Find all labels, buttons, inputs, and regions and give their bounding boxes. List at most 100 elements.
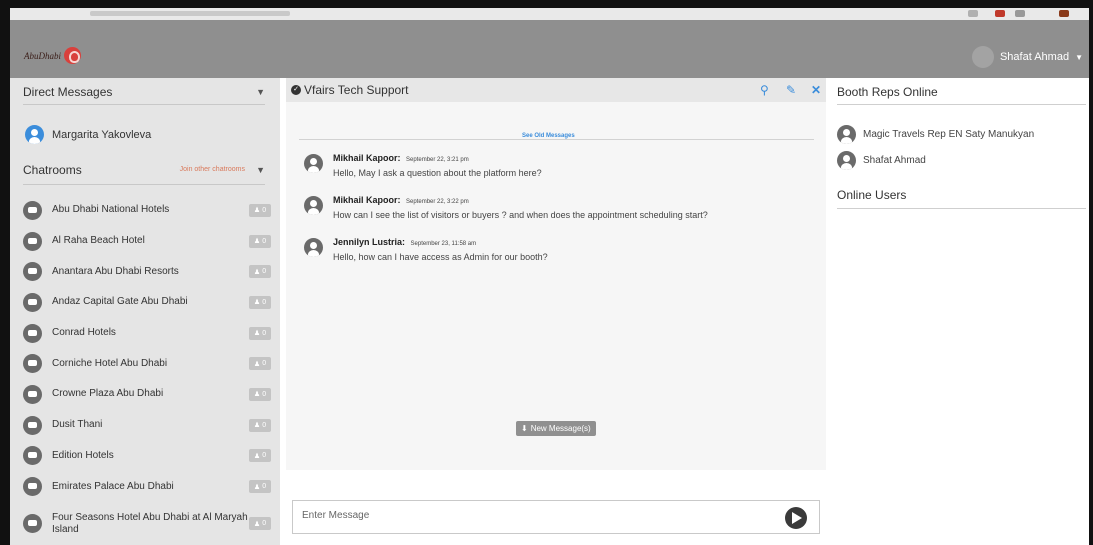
right-sidebar: Booth Reps Online Magic Travels Rep EN S… xyxy=(826,78,1089,545)
divider xyxy=(299,139,814,140)
contact-item[interactable]: Margarita Yakovleva xyxy=(25,125,151,144)
arrow-down-icon: ⬇ xyxy=(521,424,528,433)
online-users-header: Online Users xyxy=(837,188,1086,209)
message: Jennilyn Lustria: September 23, 11:58 am… xyxy=(304,237,548,262)
chatroom-item[interactable]: Andaz Capital Gate Abu Dhabi ♟ 0 xyxy=(23,287,271,318)
address-bar[interactable] xyxy=(90,11,290,16)
chatroom-item[interactable]: Corniche Hotel Abu Dhabi ♟ 0 xyxy=(23,348,271,379)
member-count-badge: ♟ 0 xyxy=(249,203,271,217)
message-content: Mikhail Kapoor: September 22, 3:22 pm Ho… xyxy=(333,195,708,220)
user-name: Shafat Ahmad xyxy=(999,51,1070,63)
chevron-down-icon[interactable]: ▼ xyxy=(256,165,265,175)
logo[interactable]: AbuDhabi xyxy=(24,47,81,64)
chatroom-item[interactable]: Abu Dhabi National Hotels ♟ 0 xyxy=(23,195,271,226)
member-count: 0 xyxy=(262,237,267,245)
message-text: Hello, how can I have access as Admin fo… xyxy=(333,252,548,262)
chatrooms-title: Chatrooms xyxy=(23,163,82,177)
browser-bar xyxy=(10,8,1089,20)
chatroom-item[interactable]: Anantara Abu Dhabi Resorts ♟ 0 xyxy=(23,256,271,287)
member-count: 0 xyxy=(262,360,267,368)
message-time: September 22, 3:22 pm xyxy=(406,199,469,205)
chat-bubble-icon xyxy=(23,384,42,404)
message-text: How can I see the list of visitors or bu… xyxy=(333,210,708,220)
chatroom-name: Crowne Plaza Abu Dhabi xyxy=(52,388,164,400)
chat-bubble-icon xyxy=(23,514,42,534)
member-count-badge: ♟ 0 xyxy=(249,234,271,248)
member-count: 0 xyxy=(262,520,267,528)
user-icon xyxy=(304,154,323,173)
member-count: 0 xyxy=(262,206,267,214)
pin-icon[interactable]: ✎ xyxy=(786,83,796,97)
attach-icon[interactable]: ⚲ xyxy=(760,83,769,97)
member-count-badge: ♟ 0 xyxy=(249,265,271,279)
chat-bubble-icon xyxy=(23,323,42,343)
member-count-badge: ♟ 0 xyxy=(249,295,271,309)
member-count-badge: ♟ 0 xyxy=(249,357,271,371)
new-messages-button[interactable]: ⬇ New Message(s) xyxy=(516,421,596,436)
extension-icon[interactable] xyxy=(995,10,1005,17)
chevron-down-icon: ▼ xyxy=(1075,52,1083,62)
member-count: 0 xyxy=(262,268,267,276)
chatroom-item[interactable]: Conrad Hotels ♟ 0 xyxy=(23,318,271,349)
user-menu[interactable]: Shafat Ahmad ▼ xyxy=(971,46,1083,68)
online-users-title: Online Users xyxy=(837,188,907,202)
message-meta: Mikhail Kapoor: September 22, 3:22 pm xyxy=(333,195,708,205)
chatroom-name: Emirates Palace Abu Dhabi xyxy=(52,480,174,492)
avatar xyxy=(971,46,994,68)
rep-item[interactable]: Magic Travels Rep EN Saty Manukyan xyxy=(837,125,1034,144)
send-icon[interactable] xyxy=(785,507,807,529)
chatroom-name: Conrad Hotels xyxy=(52,327,116,339)
chatroom-item[interactable]: Dusit Thani ♟ 0 xyxy=(23,410,271,441)
chat-bubble-icon xyxy=(23,262,42,282)
chat-bubble-icon xyxy=(23,446,42,466)
contact-name: Margarita Yakovleva xyxy=(52,128,152,141)
chatroom-item[interactable]: Crowne Plaza Abu Dhabi ♟ 0 xyxy=(23,379,271,410)
message-author: Mikhail Kapoor: xyxy=(333,195,401,205)
chat-bubble-icon xyxy=(23,415,42,435)
message: Mikhail Kapoor: September 22, 3:21 pm He… xyxy=(304,153,542,178)
chatroom-item[interactable]: Al Raha Beach Hotel ♟ 0 xyxy=(23,226,271,257)
booth-reps-title: Booth Reps Online xyxy=(837,85,938,99)
left-sidebar: Direct Messages ▼ Margarita Yakovleva Ch… xyxy=(10,78,280,545)
logo-mark-icon xyxy=(64,47,81,64)
close-icon[interactable]: ✕ xyxy=(811,83,821,97)
member-count: 0 xyxy=(262,329,267,337)
chatroom-item[interactable]: Four Seasons Hotel Abu Dhabi at Al Marya… xyxy=(23,504,271,544)
message-time: September 23, 11:58 am xyxy=(410,241,477,247)
member-count-badge: ♟ 0 xyxy=(249,480,271,494)
message-meta: Jennilyn Lustria: September 23, 11:58 am xyxy=(333,237,548,247)
direct-messages-header[interactable]: Direct Messages ▼ xyxy=(23,85,265,105)
chatroom-item[interactable]: Edition Hotels ♟ 0 xyxy=(23,441,271,472)
member-count: 0 xyxy=(262,298,267,306)
booth-reps-header: Booth Reps Online xyxy=(837,85,1086,105)
chat-title-wrap: ✓ Vfairs Tech Support xyxy=(291,83,409,97)
chatroom-name: Corniche Hotel Abu Dhabi xyxy=(52,357,168,369)
chatroom-item[interactable]: Emirates Palace Abu Dhabi ♟ 0 xyxy=(23,471,271,502)
message-input[interactable] xyxy=(302,510,742,521)
user-icon xyxy=(304,238,323,257)
message: Mikhail Kapoor: September 22, 3:22 pm Ho… xyxy=(304,195,708,220)
profile-icon[interactable] xyxy=(1059,10,1069,17)
app-window: AbuDhabi Shafat Ahmad ▼ Direct Messages … xyxy=(10,8,1089,545)
chat-bubble-icon xyxy=(23,292,42,312)
member-count: 0 xyxy=(262,483,267,491)
see-old-messages-link[interactable]: See Old Messages xyxy=(518,133,579,139)
chatroom-name: Dusit Thani xyxy=(52,419,103,431)
chatroom-name: Al Raha Beach Hotel xyxy=(52,235,145,247)
message-author: Jennilyn Lustria: xyxy=(333,237,406,247)
rep-item[interactable]: Shafat Ahmad xyxy=(837,151,926,170)
join-chatrooms-link[interactable]: Join other chatrooms xyxy=(180,166,245,173)
chat-title: Vfairs Tech Support xyxy=(304,83,409,97)
bookmark-icon[interactable] xyxy=(968,10,978,17)
chat-panel: ✓ Vfairs Tech Support ⚲ ✎ ✕ See Old Mess… xyxy=(286,78,826,470)
member-count-badge: ♟ 0 xyxy=(249,449,271,463)
chatroom-name: Four Seasons Hotel Abu Dhabi at Al Marya… xyxy=(52,511,248,535)
chevron-down-icon[interactable]: ▼ xyxy=(256,87,265,97)
menu-icon[interactable] xyxy=(1015,10,1025,17)
member-count-badge: ♟ 0 xyxy=(249,517,271,531)
chat-header: ✓ Vfairs Tech Support ⚲ ✎ ✕ xyxy=(286,78,826,102)
message-author: Mikhail Kapoor: xyxy=(333,153,401,163)
chatroom-name: Abu Dhabi National Hotels xyxy=(52,204,170,216)
chat-bubble-icon xyxy=(23,200,42,220)
user-icon xyxy=(837,125,856,144)
